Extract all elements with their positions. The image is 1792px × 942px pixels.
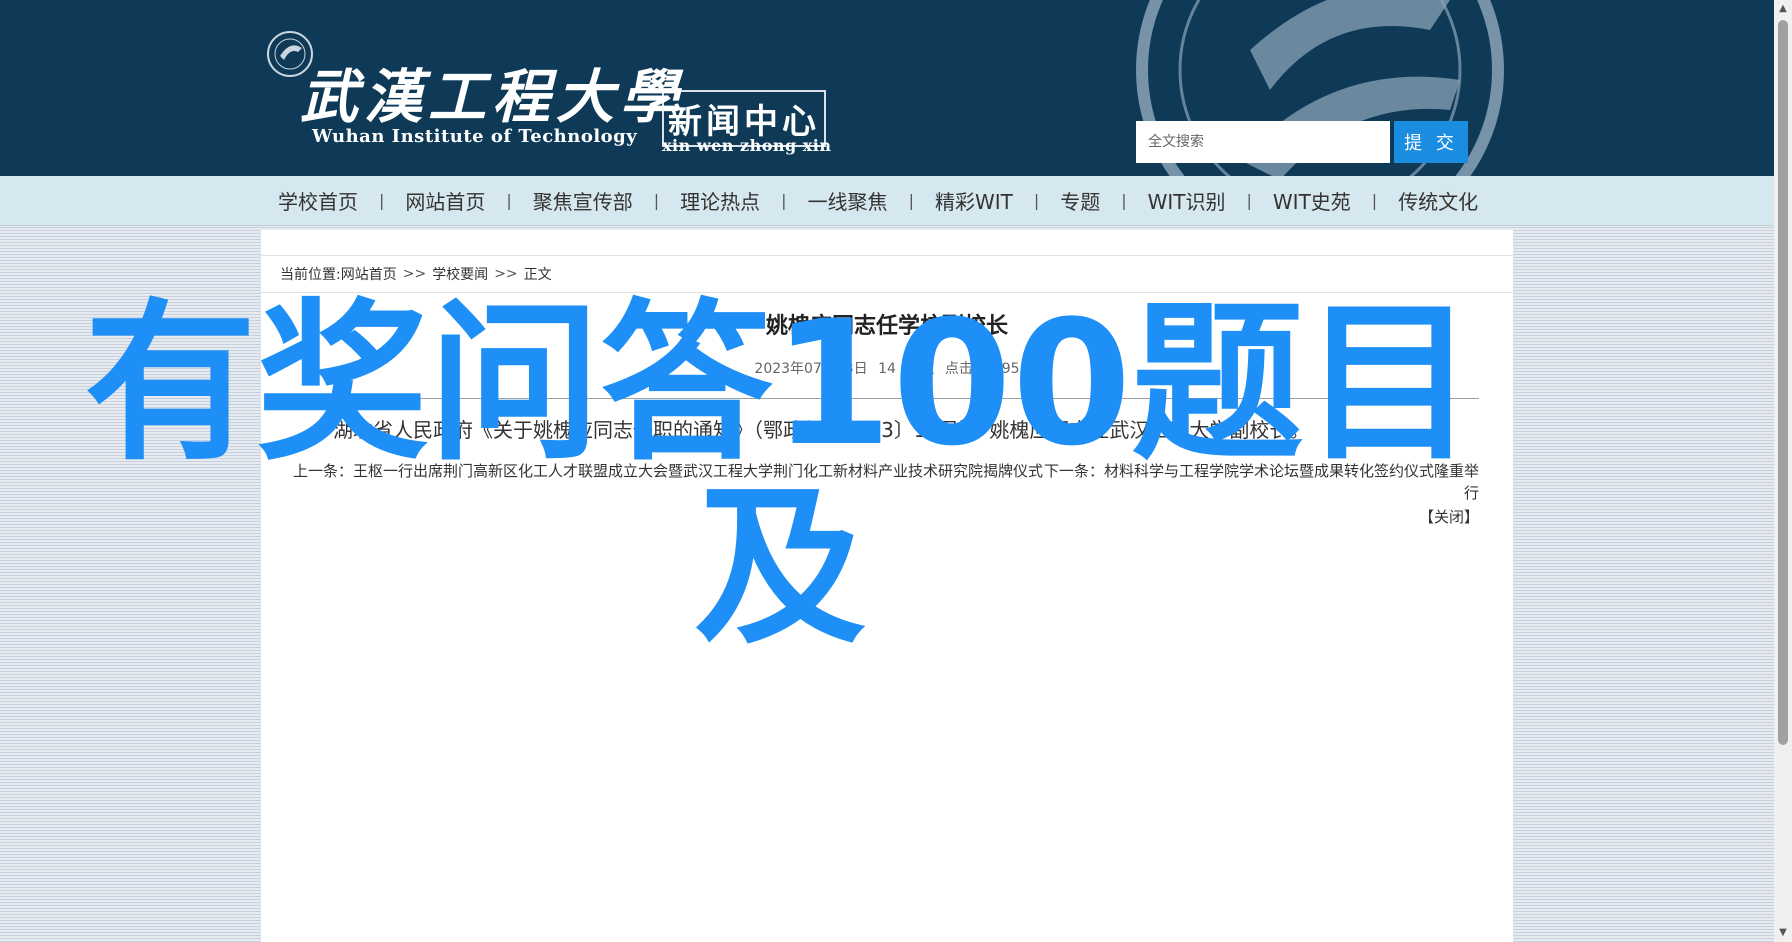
nav-separator: |: [1371, 191, 1378, 210]
university-logo-chinese: 武漢工程大學: [300, 63, 685, 131]
nav-separator: |: [1246, 191, 1252, 210]
prev-article-title: 王枢一行出席荆门高新区化工人才联盟成立大会暨武汉工程大学荆门化工新材料产业技术研…: [353, 462, 1044, 480]
site-header: 武漢工程大學 Wuhan Institute of Technology 新闻中…: [0, 0, 1774, 176]
pager-row: 上一条：王枢一行出席荆门高新区化工人才联盟成立大会暨武汉工程大学荆门化工新材料产…: [293, 460, 1479, 504]
search-input[interactable]: [1136, 121, 1390, 163]
vertical-scrollbar[interactable]: ▲ ▼: [1774, 0, 1792, 942]
breadcrumb-label: 当前位置:: [280, 267, 341, 283]
article-time: 14: [878, 361, 896, 377]
nav-item-theory[interactable]: 理论热点: [680, 186, 760, 215]
nav-item-publicity[interactable]: 聚焦宣传部: [533, 186, 633, 215]
article-title: 姚槐应同志任学校副校长: [765, 314, 1008, 339]
nav-separator: |: [379, 191, 385, 210]
article-clicks: 495: [992, 361, 1020, 377]
next-article-title: 材料科学与工程学院学术论坛暨成果转化签约仪式隆重举行: [1103, 462, 1479, 502]
news-center-pinyin: xin wen zhong xin: [662, 136, 832, 155]
breadcrumb: 当前位置: 网站首页 >> 学校要闻 >> 正文: [261, 255, 1513, 293]
article-container: 当前位置: 网站首页 >> 学校要闻 >> 正文 姚槐应同志任学校副校长 202…: [260, 230, 1514, 942]
nav-separator: |: [506, 191, 512, 210]
nav-item-wit-identity[interactable]: WIT识别: [1148, 186, 1226, 215]
article-date: 2023年07月03日: [754, 361, 868, 377]
scroll-down-arrow-icon[interactable]: ▼: [1774, 924, 1792, 942]
nav-item-wit-history[interactable]: WIT史苑: [1273, 186, 1351, 215]
scroll-up-arrow-icon[interactable]: ▲: [1774, 0, 1792, 18]
prev-article-link[interactable]: 上一条：王枢一行出席荆门高新区化工人才联盟成立大会暨武汉工程大学荆门化工新材料产…: [293, 460, 1043, 504]
nav-separator: |: [653, 191, 660, 210]
search-submit-button[interactable]: 提 交: [1394, 121, 1468, 163]
nav-separator: |: [908, 191, 914, 210]
nav-item-school-home[interactable]: 学校首页: [278, 186, 358, 215]
breadcrumb-school-news[interactable]: 学校要闻: [432, 264, 488, 284]
next-article-label: 下一条：: [1043, 462, 1104, 480]
nav-item-wonderful-wit[interactable]: 精彩WIT: [935, 186, 1013, 215]
nav-separator: |: [1121, 191, 1127, 210]
article-meta: 2023年07月03日 14 党政 点击： 495: [261, 358, 1513, 378]
article-body: 湖北省人民政府《关于姚槐应同志任职的通知》（鄂政任〔2023〕11号）：姚槐应同…: [333, 418, 1310, 442]
breadcrumb-site-home[interactable]: 网站首页: [341, 264, 397, 284]
nav-item-traditional-culture[interactable]: 传统文化: [1398, 186, 1478, 215]
nav-separator: |: [1033, 191, 1040, 210]
scrollbar-thumb[interactable]: [1778, 20, 1788, 745]
university-logo-english: Wuhan Institute of Technology: [312, 126, 638, 147]
article-source: 党政: [906, 361, 935, 377]
prev-article-label: 上一条：: [293, 462, 354, 480]
breadcrumb-separator: >>: [494, 266, 518, 282]
article-clicks-label: 点击：: [944, 361, 987, 377]
nav-separator: |: [781, 191, 787, 210]
nav-item-frontline[interactable]: 一线聚焦: [808, 186, 888, 215]
title-divider: [293, 398, 1479, 399]
nav-item-site-home[interactable]: 网站首页: [405, 186, 485, 215]
next-article-link[interactable]: 下一条：材料科学与工程学院学术论坛暨成果转化签约仪式隆重举行: [1043, 460, 1479, 504]
breadcrumb-separator: >>: [402, 266, 427, 282]
nav-item-topics[interactable]: 专题: [1060, 186, 1100, 215]
close-link[interactable]: 【关闭】: [293, 506, 1479, 528]
breadcrumb-current: 正文: [523, 267, 552, 283]
article-pager: 上一条：王枢一行出席荆门高新区化工人才联盟成立大会暨武汉工程大学荆门化工新材料产…: [293, 460, 1479, 528]
main-navigation: 学校首页 | 网站首页 | 聚焦宣传部 | 理论热点 | 一线聚焦 | 精彩WI…: [0, 176, 1774, 226]
